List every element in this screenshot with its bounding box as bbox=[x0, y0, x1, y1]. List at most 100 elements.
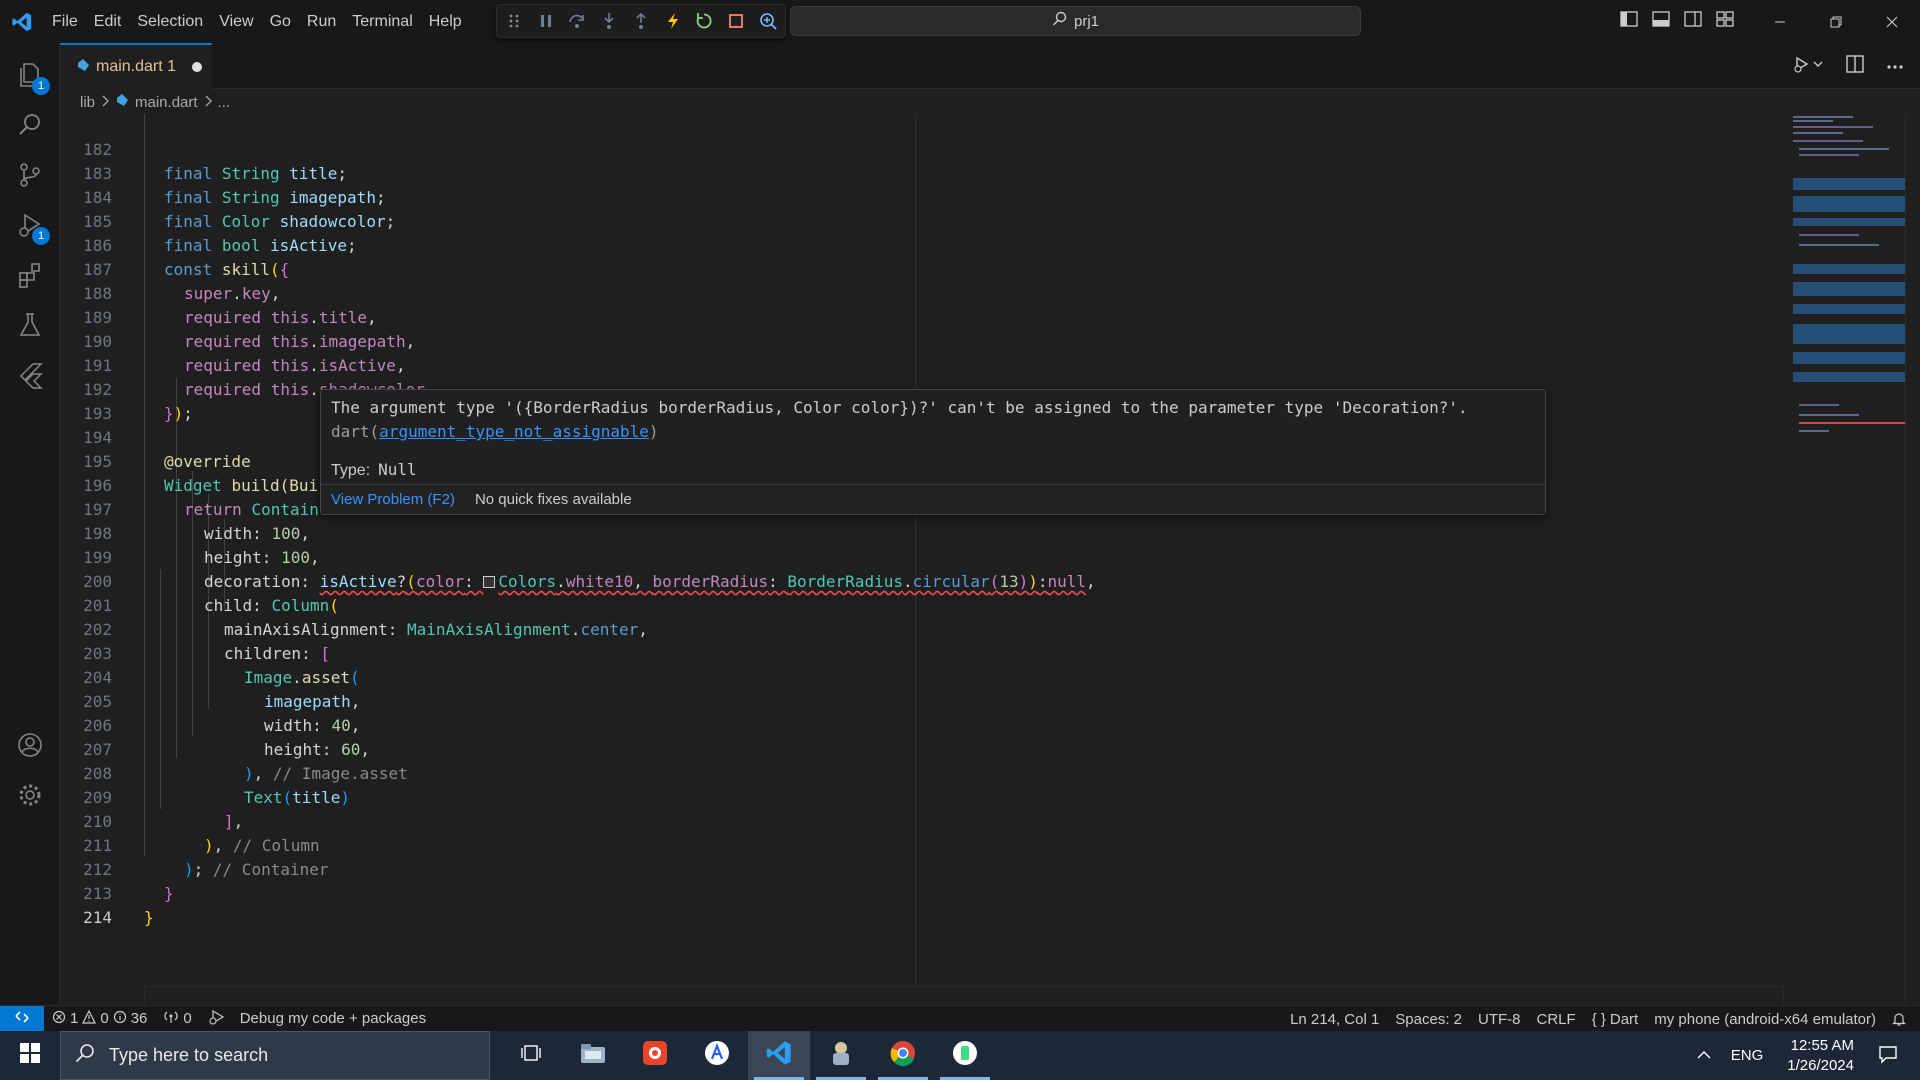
step-into-icon[interactable] bbox=[600, 12, 618, 30]
command-center[interactable]: prj1 bbox=[790, 6, 1361, 36]
chevron-up-icon[interactable] bbox=[1685, 1047, 1723, 1064]
taskbar-app-vscode[interactable] bbox=[748, 1031, 810, 1080]
debug-config-indicator[interactable]: Debug my code + packages bbox=[200, 1009, 434, 1029]
more-actions-icon[interactable] bbox=[1886, 57, 1904, 75]
input-language[interactable]: ENG bbox=[1723, 1047, 1772, 1064]
testing-button[interactable] bbox=[0, 299, 60, 355]
minimap-highlight bbox=[1793, 196, 1905, 212]
code-line: 210 ), // Column bbox=[60, 786, 1780, 855]
clock[interactable]: 12:55 AM 1/26/2024 bbox=[1771, 1036, 1870, 1076]
search-view-button[interactable] bbox=[0, 99, 60, 155]
minimap-highlight bbox=[1793, 324, 1905, 344]
encoding[interactable]: UTF-8 bbox=[1470, 1011, 1529, 1028]
tab-label: main.dart 1 bbox=[96, 58, 177, 75]
minimap-error-line bbox=[1799, 422, 1905, 424]
split-editor-icon[interactable] bbox=[1846, 54, 1864, 78]
ports-indicator[interactable]: 0 bbox=[155, 1010, 199, 1028]
system-tray: ENG 12:55 AM 1/26/2024 bbox=[1685, 1031, 1920, 1080]
source-control-button[interactable] bbox=[0, 149, 60, 205]
tab-main-dart[interactable]: main.dart 1 bbox=[60, 43, 212, 89]
chrome-icon bbox=[889, 1039, 917, 1072]
minimap-highlight bbox=[1793, 218, 1905, 226]
accounts-button[interactable] bbox=[0, 719, 60, 775]
code-line: 192 }); bbox=[60, 354, 1780, 423]
cursor-position[interactable]: Ln 214, Col 1 bbox=[1282, 1011, 1387, 1028]
hover-error-text: The argument type '({BorderRadius border… bbox=[331, 398, 1468, 417]
restore-button[interactable] bbox=[1808, 0, 1864, 43]
flutter-button[interactable] bbox=[0, 349, 60, 405]
taskbar-app-store[interactable] bbox=[686, 1031, 748, 1080]
notifications-bell-icon[interactable] bbox=[1884, 1011, 1920, 1027]
breadcrumb-folder[interactable]: lib bbox=[80, 94, 95, 111]
explorer-button[interactable]: 1 bbox=[0, 49, 60, 105]
restart-icon[interactable] bbox=[695, 12, 713, 30]
hot-reload-icon[interactable] bbox=[664, 12, 682, 30]
menu-go[interactable]: Go bbox=[262, 0, 299, 43]
hover-source: dart bbox=[331, 422, 370, 441]
hover-type-label: Type: bbox=[331, 462, 371, 479]
close-button[interactable] bbox=[1864, 0, 1920, 43]
minimap[interactable] bbox=[1785, 114, 1905, 534]
minimap-highlight bbox=[1793, 178, 1905, 190]
run-debug-dropdown-icon[interactable] bbox=[1794, 55, 1824, 78]
warning-count: 0 bbox=[100, 1010, 109, 1027]
taskbar-app-chrome[interactable] bbox=[872, 1031, 934, 1080]
hover-error-code-link[interactable]: argument_type_not_assignable bbox=[379, 422, 649, 441]
info-count: 36 bbox=[130, 1010, 148, 1027]
search-placeholder: Type here to search bbox=[109, 1045, 269, 1065]
taskbar-app-emulator[interactable] bbox=[810, 1031, 872, 1080]
breadcrumb-file[interactable]: main.dart bbox=[135, 94, 198, 111]
menu-selection[interactable]: Selection bbox=[129, 0, 211, 43]
taskbar-app-phone[interactable] bbox=[934, 1031, 996, 1080]
toggle-panel-icon[interactable] bbox=[1652, 11, 1670, 32]
breadcrumb-more[interactable]: ... bbox=[218, 94, 231, 111]
code-line-current: 214 bbox=[60, 882, 1780, 927]
toggle-primary-sidebar-icon[interactable] bbox=[1620, 11, 1638, 32]
view-problem-link[interactable]: View Problem (F2) bbox=[331, 491, 455, 508]
menu-file[interactable]: File bbox=[44, 0, 86, 43]
minimize-button[interactable] bbox=[1752, 0, 1808, 43]
minimap-line bbox=[1799, 430, 1829, 432]
manage-button[interactable] bbox=[0, 769, 60, 825]
taskbar-app-red[interactable] bbox=[624, 1031, 686, 1080]
code-line: 201 mainAxisAlignment: MainAxisAlignment… bbox=[60, 570, 1780, 639]
problems-indicator[interactable]: 1 0 36 bbox=[44, 1009, 155, 1028]
drag-handle-icon[interactable] bbox=[505, 12, 523, 30]
chevron-right-icon bbox=[101, 94, 109, 111]
stop-icon[interactable] bbox=[727, 12, 745, 30]
language-mode[interactable]: { } Dart bbox=[1584, 1011, 1647, 1028]
extensions-button[interactable] bbox=[0, 249, 60, 305]
device-selector[interactable]: my phone (android-x64 emulator) bbox=[1646, 1011, 1884, 1028]
menu-view[interactable]: View bbox=[211, 0, 261, 43]
remote-indicator[interactable] bbox=[0, 1005, 44, 1032]
start-button[interactable] bbox=[0, 1031, 60, 1080]
menu-edit[interactable]: Edit bbox=[86, 0, 130, 43]
task-view-button[interactable] bbox=[500, 1031, 562, 1080]
code-editor[interactable]: 182 final String title; 183 final String… bbox=[60, 114, 1920, 1010]
indentation[interactable]: Spaces: 2 bbox=[1387, 1011, 1470, 1028]
line-ending[interactable]: CRLF bbox=[1529, 1011, 1584, 1028]
code-line: 200 child: Column( bbox=[60, 546, 1780, 615]
tab-bar: main.dart 1 bbox=[60, 43, 1920, 89]
code-line: 212 } bbox=[60, 834, 1780, 903]
unsaved-dot-icon[interactable] bbox=[192, 62, 203, 72]
command-center-label: prj1 bbox=[1073, 12, 1099, 30]
code-line: 183 final String imagepath; bbox=[60, 138, 1780, 207]
run-debug-button[interactable]: 1 bbox=[0, 199, 60, 255]
menu-help[interactable]: Help bbox=[421, 0, 470, 43]
menu-run[interactable]: Run bbox=[299, 0, 344, 43]
taskbar-app-file-explorer[interactable] bbox=[562, 1031, 624, 1080]
search-icon bbox=[16, 111, 44, 144]
overview-ruler[interactable] bbox=[1905, 114, 1920, 1005]
notification-center-icon[interactable] bbox=[1870, 1044, 1920, 1068]
error-count: 1 bbox=[70, 1010, 79, 1027]
step-out-icon[interactable] bbox=[632, 12, 650, 30]
pause-icon[interactable] bbox=[537, 12, 555, 30]
customize-layout-icon[interactable] bbox=[1716, 11, 1734, 32]
toggle-secondary-sidebar-icon[interactable] bbox=[1684, 11, 1702, 32]
step-over-icon[interactable] bbox=[568, 12, 586, 30]
clock-time: 12:55 AM bbox=[1790, 1036, 1854, 1054]
taskbar-search[interactable]: Type here to search bbox=[60, 1031, 490, 1080]
inspect-widget-icon[interactable] bbox=[759, 12, 777, 30]
menu-terminal[interactable]: Terminal bbox=[344, 0, 420, 43]
